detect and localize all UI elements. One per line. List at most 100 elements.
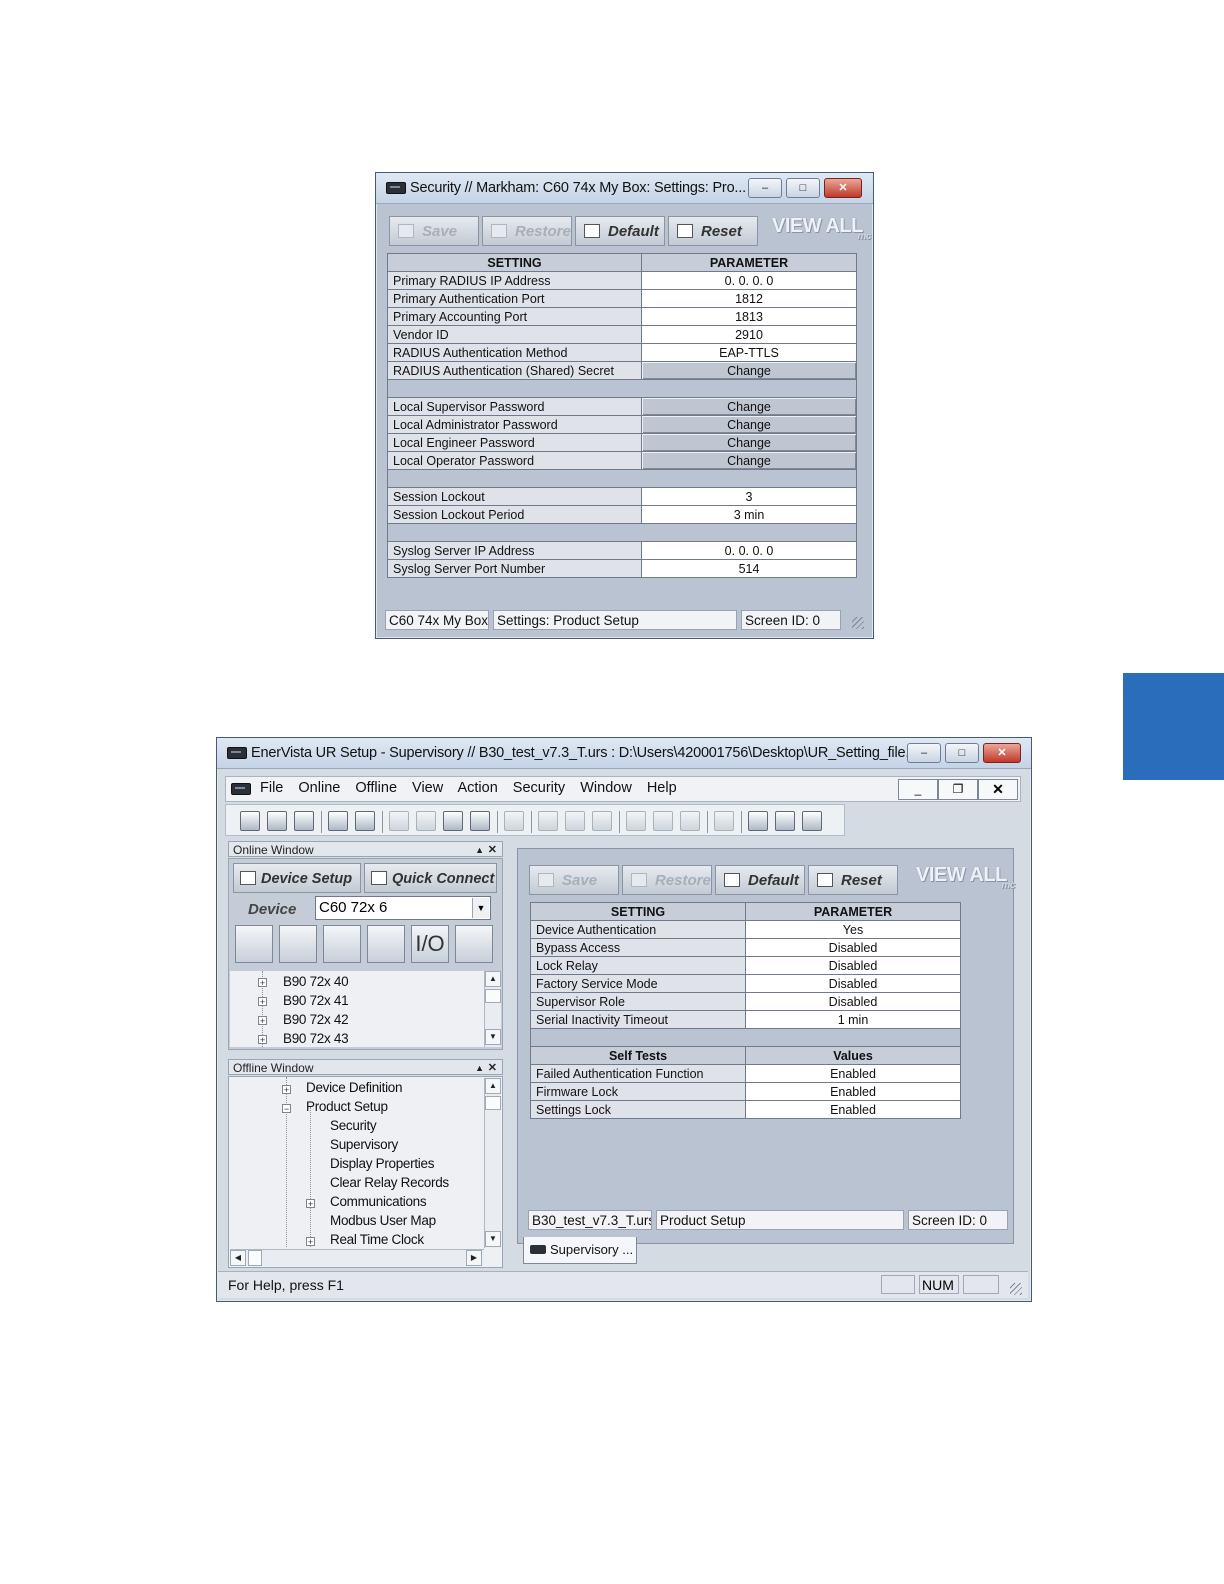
change-button[interactable]: Change xyxy=(641,433,857,452)
io-icon[interactable]: I/O xyxy=(411,925,449,963)
tree-item-real-time-clock[interactable]: Real Time Clock xyxy=(330,1232,424,1247)
connect-icon[interactable] xyxy=(328,811,348,831)
zoom-icon[interactable] xyxy=(538,811,558,831)
scroll-up-icon[interactable]: ▲ xyxy=(485,1078,501,1094)
offline-scrollbar-vertical[interactable]: ▲ ▼ xyxy=(484,1078,501,1248)
setting-value[interactable]: 1812 xyxy=(641,289,857,308)
collapse-icon[interactable]: − xyxy=(282,1104,291,1114)
panel-collapse-icon[interactable]: ▲ xyxy=(475,842,484,858)
device-select[interactable]: C60 72x 6 ▼ xyxy=(315,896,491,920)
scroll-down-icon[interactable]: ▼ xyxy=(485,1231,501,1247)
minimize-button[interactable]: – xyxy=(907,743,941,763)
tools-icon[interactable] xyxy=(748,811,768,831)
scroll-up-icon[interactable]: ▲ xyxy=(485,971,501,987)
menu-action[interactable]: Action xyxy=(457,780,497,796)
save-settings-icon[interactable] xyxy=(389,811,409,831)
change-button[interactable]: Change xyxy=(641,415,857,434)
change-button[interactable]: Change xyxy=(641,397,857,416)
restore-button[interactable]: Restore xyxy=(482,216,572,246)
menu-view[interactable]: View xyxy=(412,780,443,796)
save-button[interactable]: Save xyxy=(389,216,479,246)
tree-item-communications[interactable]: Communications xyxy=(330,1194,427,1209)
close-button[interactable]: ✕ xyxy=(824,178,862,198)
tree-item-display-properties[interactable]: Display Properties xyxy=(330,1156,434,1171)
tree-item[interactable]: B90 72x 42 xyxy=(283,1012,349,1027)
setting-value[interactable]: 3 min xyxy=(641,505,857,524)
save-icon[interactable] xyxy=(267,811,287,831)
records-icon[interactable] xyxy=(323,925,361,963)
waveform-icon[interactable] xyxy=(279,925,317,963)
edit-icon[interactable] xyxy=(504,811,524,831)
expand-icon[interactable]: + xyxy=(258,997,267,1007)
tree-item[interactable]: B90 72x 41 xyxy=(283,993,349,1008)
change-button[interactable]: Change xyxy=(641,451,857,470)
panel-collapse-icon[interactable]: ▲ xyxy=(475,1060,484,1076)
mdi-minimize-button[interactable]: _ xyxy=(898,779,938,800)
main-titlebar[interactable]: EnerVista UR Setup - Supervisory // B30_… xyxy=(217,738,1031,769)
menu-file[interactable]: File xyxy=(260,780,283,796)
open-icon[interactable] xyxy=(240,811,260,831)
setting-value[interactable]: Disabled xyxy=(745,938,961,957)
expand-icon[interactable]: + xyxy=(306,1237,315,1247)
setting-value[interactable]: Disabled xyxy=(745,956,961,975)
setting-value[interactable]: 0. 0. 0. 0 xyxy=(641,541,857,560)
restore-button[interactable]: Restore xyxy=(622,865,712,895)
phasor-icon[interactable] xyxy=(367,925,405,963)
default-settings-icon[interactable] xyxy=(443,811,463,831)
menu-offline[interactable]: Offline xyxy=(355,780,397,796)
scroll-thumb[interactable] xyxy=(248,1250,262,1266)
triangle-icon[interactable] xyxy=(802,811,822,831)
stop-icon[interactable] xyxy=(592,811,612,831)
setting-value[interactable]: Yes xyxy=(745,920,961,939)
setting-value[interactable]: 2910 xyxy=(641,325,857,344)
tree-item[interactable]: B90 72x 43 xyxy=(283,1031,348,1046)
online-scrollbar[interactable]: ▲ ▼ xyxy=(484,971,501,1047)
setting-value[interactable]: Disabled xyxy=(745,992,961,1011)
menu-window[interactable]: Window xyxy=(580,780,632,796)
minimize-button[interactable]: – xyxy=(748,178,782,198)
reset-button[interactable]: Reset xyxy=(668,216,758,246)
tree-item-supervisory[interactable]: Supervisory xyxy=(330,1137,398,1152)
copy-icon[interactable] xyxy=(626,811,646,831)
expand-icon[interactable]: + xyxy=(258,1035,267,1045)
menu-online[interactable]: Online xyxy=(298,780,340,796)
setting-value[interactable]: Disabled xyxy=(745,974,961,993)
scroll-thumb[interactable] xyxy=(485,1096,501,1110)
view-all-button[interactable]: VIEW ALL mc xyxy=(772,215,871,242)
metering-icon[interactable] xyxy=(235,925,273,963)
compare-icon[interactable] xyxy=(653,811,673,831)
setting-value[interactable]: 3 xyxy=(641,487,857,506)
scroll-down-icon[interactable]: ▼ xyxy=(485,1029,501,1045)
preview-icon[interactable] xyxy=(714,811,734,831)
resize-grip[interactable] xyxy=(852,617,864,629)
scroll-right-icon[interactable]: ▶ xyxy=(466,1250,482,1266)
device-setup-button[interactable]: Device Setup xyxy=(233,863,361,893)
tree-item-clear-relay-records[interactable]: Clear Relay Records xyxy=(330,1175,449,1190)
menu-help[interactable]: Help xyxy=(647,780,677,796)
resize-grip[interactable] xyxy=(1010,1283,1022,1295)
setting-value[interactable]: 0. 0. 0. 0 xyxy=(641,271,857,290)
setting-value[interactable]: 514 xyxy=(641,559,857,578)
tree-item-device-definition[interactable]: Device Definition xyxy=(306,1080,403,1095)
tree-item[interactable]: B90 72x 40 xyxy=(283,974,349,989)
mdi-restore-button[interactable]: ❐ xyxy=(938,779,978,800)
tower-icon[interactable] xyxy=(775,811,795,831)
mdi-close-button[interactable]: ✕ xyxy=(978,779,1018,800)
setting-value[interactable]: EAP-TTLS xyxy=(641,343,857,362)
setting-value[interactable]: 1813 xyxy=(641,307,857,326)
play-icon[interactable] xyxy=(565,811,585,831)
tree-item-modbus-user-map[interactable]: Modbus User Map xyxy=(330,1213,436,1228)
maintenance-icon[interactable] xyxy=(455,925,493,963)
paste-icon[interactable] xyxy=(680,811,700,831)
default-button[interactable]: Default xyxy=(715,865,805,895)
close-button[interactable]: ✕ xyxy=(983,743,1021,763)
maximize-button[interactable]: □ xyxy=(945,743,979,763)
reset-settings-icon[interactable] xyxy=(470,811,490,831)
tree-item-product-setup[interactable]: Product Setup xyxy=(306,1099,388,1114)
scroll-thumb[interactable] xyxy=(485,989,501,1003)
security-titlebar[interactable]: Security // Markham: C60 74x My Box: Set… xyxy=(376,173,873,204)
tab-supervisory[interactable]: Supervisory ... xyxy=(523,1237,637,1264)
scroll-left-icon[interactable]: ◀ xyxy=(230,1250,246,1266)
setting-value[interactable]: 1 min xyxy=(745,1010,961,1029)
expand-icon[interactable]: + xyxy=(258,1016,267,1026)
